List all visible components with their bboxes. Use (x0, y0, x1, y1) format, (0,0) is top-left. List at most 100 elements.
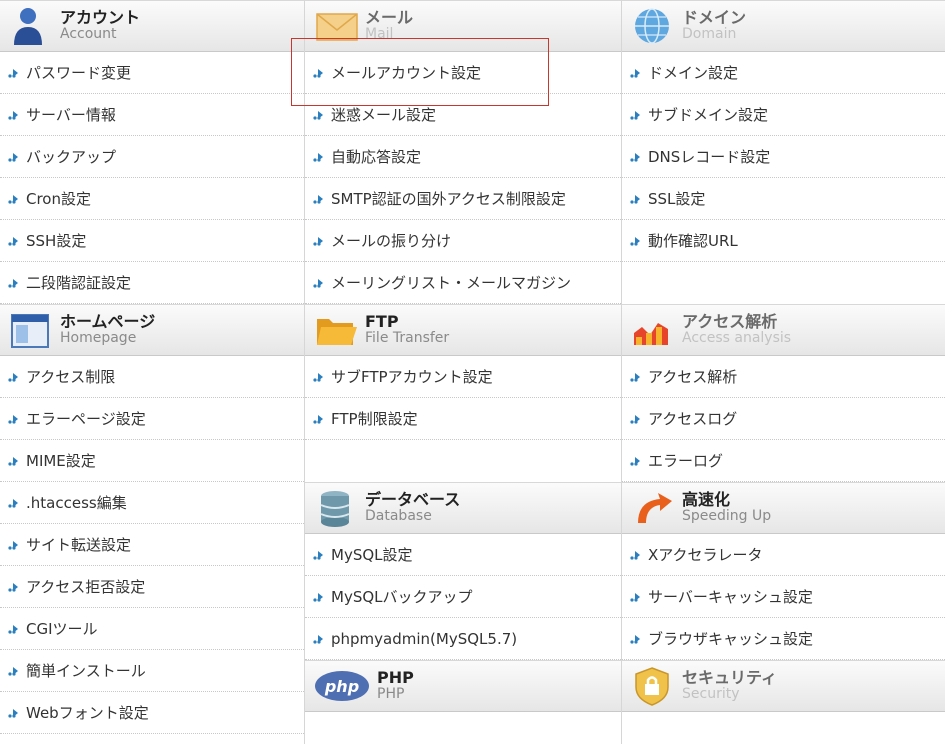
menu-item[interactable]: SMTP認証の国外アクセス制限設定 (305, 178, 621, 220)
menu-item[interactable]: .htaccess編集 (0, 482, 304, 524)
menu-item[interactable]: メールの振り分け (305, 220, 621, 262)
empty-cell (622, 262, 945, 304)
section-subtitle: Mail (365, 26, 394, 42)
menu-item[interactable]: サイト転送設定 (0, 524, 304, 566)
menu-item-label: サーバーキャッシュ設定 (648, 588, 813, 606)
arrow-bullet-icon (313, 236, 323, 246)
menu-item[interactable]: ドメイン設定 (622, 52, 945, 94)
menu-item[interactable]: ブラウザキャッシュ設定 (622, 618, 945, 660)
server-panel-menu: アカウント Account パスワード変更 サーバー情報 バックアップ Cron設定 S… (0, 0, 945, 744)
section-header-analytics: アクセス解析 Access analysis (622, 304, 945, 356)
menu-item[interactable]: MySQL設定 (305, 534, 621, 576)
menu-item-label: Xアクセラレータ (648, 546, 763, 564)
menu-item[interactable]: サブFTPアカウント設定 (305, 356, 621, 398)
menu-item[interactable]: 二段階認証設定 (0, 262, 304, 304)
globe-icon (630, 5, 676, 47)
menu-item[interactable]: CGIツール (0, 608, 304, 650)
menu-item[interactable]: Xアクセラレータ (622, 534, 945, 576)
arrow-bullet-icon (313, 278, 323, 288)
section-header-mail: メール Mail (305, 0, 621, 52)
section-subtitle: File Transfer (365, 330, 450, 346)
section-subtitle: Speeding Up (682, 508, 772, 524)
menu-item[interactable]: メーリングリスト・メールマガジン (305, 262, 621, 304)
section-header-speed: 高速化 Speeding Up (622, 482, 945, 534)
arrow-bullet-icon (8, 666, 18, 676)
section-header-domain: ドメイン Domain (622, 0, 945, 52)
menu-item-label: SSL設定 (648, 190, 706, 208)
arrow-bullet-icon (630, 414, 640, 424)
curved-arrow-icon (630, 487, 676, 529)
section-title: FTP (365, 312, 399, 331)
menu-item-label: SSH設定 (26, 232, 87, 250)
menu-item[interactable]: Cron設定 (0, 178, 304, 220)
menu-item-label: メーリングリスト・メールマガジン (331, 274, 572, 292)
menu-item[interactable]: アクセス解析 (622, 356, 945, 398)
arrow-bullet-icon (630, 194, 640, 204)
menu-item[interactable]: Webフォント設定 (0, 692, 304, 734)
section-header-php: php PHP PHP (305, 660, 621, 712)
menu-item-label: DNSレコード設定 (648, 148, 771, 166)
section-title: アクセス解析 (682, 312, 778, 331)
section-header-ftp: FTP File Transfer (305, 304, 621, 356)
arrow-bullet-icon (8, 278, 18, 288)
menu-item-label: SMTP認証の国外アクセス制限設定 (331, 190, 566, 208)
section-title: データベース (365, 490, 461, 509)
menu-list-homepage: アクセス制限エラーページ設定 MIME設定 .htaccess編集サイト転送設定 アク… (0, 356, 304, 734)
person-icon (8, 5, 54, 47)
arrow-bullet-icon (630, 68, 640, 78)
arrow-bullet-icon (313, 68, 323, 78)
menu-item[interactable]: phpmyadmin(MySQL5.7) (305, 618, 621, 660)
arrow-bullet-icon (8, 68, 18, 78)
menu-item[interactable]: MIME設定 (0, 440, 304, 482)
menu-item[interactable]: エラーログ (622, 440, 945, 482)
bar-chart-icon (630, 309, 676, 351)
menu-item[interactable]: アクセス制限 (0, 356, 304, 398)
arrow-bullet-icon (8, 708, 18, 718)
menu-item-label: メールアカウント設定 (331, 64, 482, 82)
arrow-bullet-icon (8, 582, 18, 592)
envelope-icon (313, 5, 359, 47)
menu-item[interactable]: 迷惑メール設定 (305, 94, 621, 136)
menu-item-label: 迷惑メール設定 (331, 106, 437, 124)
empty-cell (305, 440, 621, 482)
section-title: アカウント (60, 8, 141, 27)
menu-item[interactable]: DNSレコード設定 (622, 136, 945, 178)
menu-item[interactable]: アクセスログ (622, 398, 945, 440)
arrow-bullet-icon (8, 414, 18, 424)
menu-item[interactable]: FTP制限設定 (305, 398, 621, 440)
menu-item[interactable]: MySQLバックアップ (305, 576, 621, 618)
menu-item-label: アクセス拒否設定 (26, 578, 146, 596)
column-left: アカウント Account パスワード変更 サーバー情報 バックアップ Cron設定 S… (0, 0, 304, 744)
menu-item[interactable]: 自動応答設定 (305, 136, 621, 178)
menu-item-label: Webフォント設定 (26, 704, 149, 722)
menu-item[interactable]: サブドメイン設定 (622, 94, 945, 136)
arrow-bullet-icon (630, 456, 640, 466)
arrow-bullet-icon (630, 550, 640, 560)
menu-item-label: サブFTPアカウント設定 (331, 368, 493, 386)
database-icon (313, 487, 359, 529)
section-header-security: セキュリティ Security (622, 660, 945, 712)
menu-item[interactable]: サーバー情報 (0, 94, 304, 136)
menu-item[interactable]: SSH設定 (0, 220, 304, 262)
menu-item-label: エラーページ設定 (26, 410, 146, 428)
menu-item-label: ドメイン設定 (648, 64, 739, 82)
menu-item-label: サイト転送設定 (26, 536, 132, 554)
menu-item-label: FTP制限設定 (331, 410, 418, 428)
arrow-bullet-icon (313, 194, 323, 204)
menu-item[interactable]: メールアカウント設定 (305, 52, 621, 94)
menu-item[interactable]: アクセス拒否設定 (0, 566, 304, 608)
menu-item-label: MIME設定 (26, 452, 96, 470)
menu-item[interactable]: 動作確認URL (622, 220, 945, 262)
menu-item[interactable]: サーバーキャッシュ設定 (622, 576, 945, 618)
menu-item-label: 二段階認証設定 (26, 274, 132, 292)
menu-item-label: サブドメイン設定 (648, 106, 769, 124)
section-title: セキュリティ (682, 668, 778, 687)
menu-item[interactable]: バックアップ (0, 136, 304, 178)
menu-item[interactable]: パスワード変更 (0, 52, 304, 94)
menu-item-label: メールの振り分け (331, 232, 452, 250)
menu-item[interactable]: SSL設定 (622, 178, 945, 220)
menu-item[interactable]: 簡単インストール (0, 650, 304, 692)
section-header-database: データベース Database (305, 482, 621, 534)
menu-item[interactable]: エラーページ設定 (0, 398, 304, 440)
arrow-bullet-icon (8, 372, 18, 382)
